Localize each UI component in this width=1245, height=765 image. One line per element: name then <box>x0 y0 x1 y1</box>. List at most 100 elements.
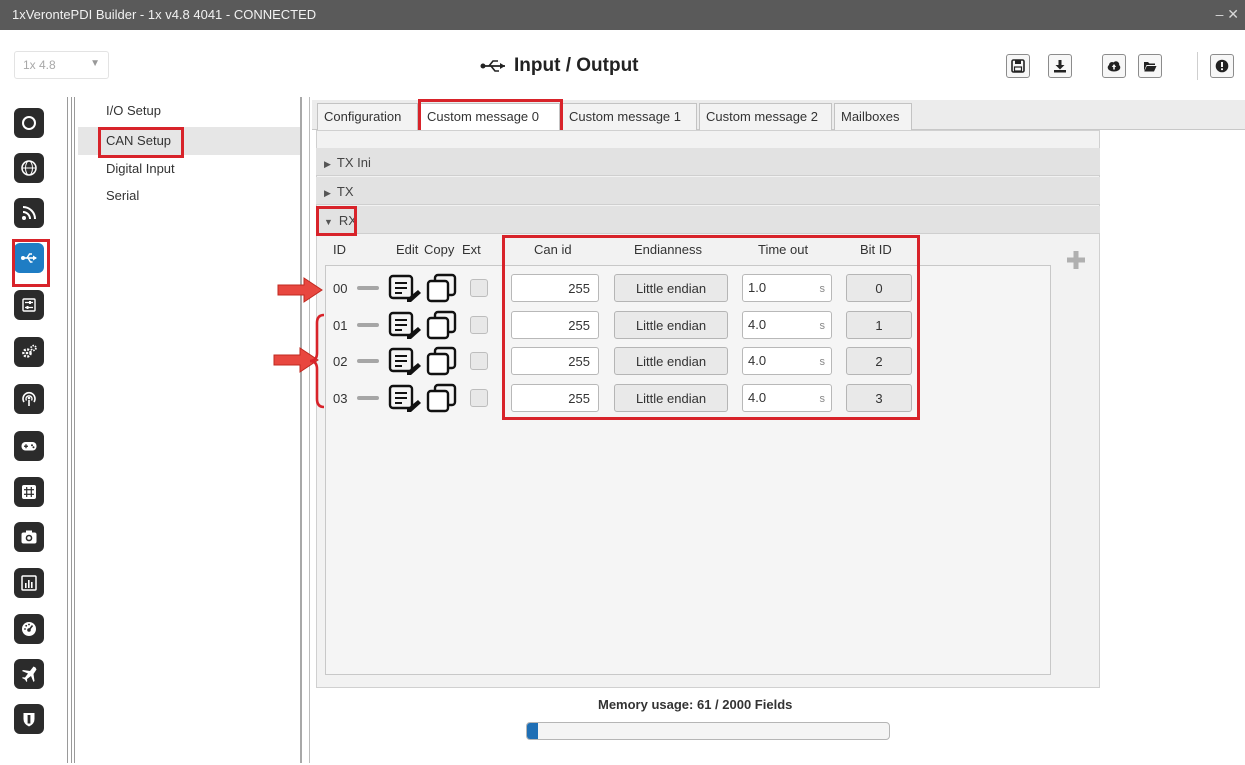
ext-checkbox[interactable] <box>470 389 488 407</box>
edit-icon[interactable] <box>388 273 422 303</box>
timeout-field[interactable]: 4.0 s <box>742 311 832 339</box>
endianness-button[interactable]: Little endian <box>614 311 728 339</box>
open-folder-button[interactable] <box>1138 54 1162 78</box>
plane-icon <box>22 666 37 682</box>
section-tx[interactable]: ▶ TX <box>316 177 1100 205</box>
menu-item-serial[interactable]: Serial <box>106 184 139 206</box>
bit-id-button[interactable]: 0 <box>846 274 912 302</box>
info-icon <box>1215 59 1229 73</box>
copy-icon[interactable] <box>425 273 459 303</box>
bit-id-button[interactable]: 2 <box>846 347 912 375</box>
col-ext: Ext <box>462 242 481 257</box>
sliders-icon <box>22 298 36 312</box>
timeout-field[interactable]: 4.0 s <box>742 384 832 412</box>
usb-icon <box>480 60 505 72</box>
can-id-field[interactable]: 255 <box>511 347 599 375</box>
can-id-field[interactable]: 255 <box>511 274 599 302</box>
camera-button[interactable] <box>14 522 44 552</box>
menu-item-io-setup[interactable]: I/O Setup <box>106 99 161 121</box>
save-button[interactable] <box>1006 54 1030 78</box>
chevron-down-icon: ▼ <box>90 58 100 69</box>
row-id: 02 <box>333 354 348 369</box>
remove-row-button[interactable] <box>357 359 379 363</box>
endianness-button[interactable]: Little endian <box>614 347 728 375</box>
timeout-field[interactable]: 1.0 s <box>742 274 832 302</box>
copy-icon[interactable] <box>425 383 459 413</box>
timeout-field[interactable]: 4.0 s <box>742 347 832 375</box>
remove-row-button[interactable] <box>357 396 379 400</box>
shield-button[interactable] <box>14 704 44 734</box>
expand-triangle-icon: ▶ <box>324 188 331 198</box>
version-select[interactable]: 1x 4.8 ▼ <box>14 51 109 79</box>
grid-button[interactable] <box>14 477 44 507</box>
app-header: 1x 4.8 ▼ Input / Output <box>0 38 1245 94</box>
remove-row-button[interactable] <box>357 323 379 327</box>
power-icon <box>22 116 36 130</box>
section-rx[interactable]: ▼ RX <box>316 206 1100 234</box>
col-bit-id: Bit ID <box>860 242 892 257</box>
menu-item-can-setup[interactable]: CAN Setup <box>106 129 171 151</box>
tab-mailboxes[interactable]: Mailboxes <box>834 103 912 130</box>
gears-icon <box>22 344 37 358</box>
tab-custom-message-1[interactable]: Custom message 1 <box>562 103 697 130</box>
rss-icon <box>22 206 36 220</box>
dashboard-icon <box>22 622 36 636</box>
can-id-field[interactable]: 255 <box>511 311 599 339</box>
input-output-button[interactable] <box>14 243 44 273</box>
chart-button[interactable] <box>14 568 44 598</box>
ext-checkbox[interactable] <box>470 279 488 297</box>
add-row-button[interactable] <box>1066 250 1086 270</box>
sliders-button[interactable] <box>14 290 44 320</box>
section-tx-ini[interactable]: ▶ TX Ini <box>316 148 1100 176</box>
remove-row-button[interactable] <box>357 286 379 290</box>
ext-checkbox[interactable] <box>470 316 488 334</box>
tab-custom-message-0[interactable]: Custom message 0 <box>420 103 560 130</box>
gears-button[interactable] <box>14 337 44 367</box>
section-label: TX <box>336 184 354 199</box>
sphere-button[interactable] <box>14 153 44 183</box>
usb-icon <box>21 253 37 263</box>
window-controls[interactable]: – ✕ <box>1216 6 1239 23</box>
power-button[interactable] <box>14 108 44 138</box>
endianness-button[interactable]: Little endian <box>614 274 728 302</box>
timeout-unit: s <box>819 393 826 405</box>
menu-item-digital-input[interactable]: Digital Input <box>106 157 175 179</box>
info-button[interactable] <box>1210 54 1234 78</box>
endianness-button[interactable]: Little endian <box>614 384 728 412</box>
dashboard-button[interactable] <box>14 614 44 644</box>
tab-custom-message-2[interactable]: Custom message 2 <box>699 103 832 130</box>
bit-id-button[interactable]: 3 <box>846 384 912 412</box>
grid-icon <box>22 485 36 499</box>
row-id: 01 <box>333 318 348 333</box>
camera-icon <box>21 530 37 544</box>
menu-scrollbar[interactable] <box>302 97 310 763</box>
memory-progress-fill <box>527 723 539 739</box>
download-icon <box>1054 60 1066 73</box>
download-button[interactable] <box>1048 54 1072 78</box>
tab-configuration[interactable]: Configuration <box>317 103 418 130</box>
podcast-button[interactable] <box>14 384 44 414</box>
copy-icon[interactable] <box>425 346 459 376</box>
ext-checkbox[interactable] <box>470 352 488 370</box>
gamepad-button[interactable] <box>14 431 44 461</box>
annotation-arrow-icon <box>277 277 323 303</box>
edit-icon[interactable] <box>388 383 422 413</box>
cloud-upload-button[interactable] <box>1102 54 1126 78</box>
col-edit: Edit <box>396 242 419 257</box>
icon-sidebar-scrollbar[interactable] <box>67 97 75 763</box>
rss-button[interactable] <box>14 198 44 228</box>
bit-id-button[interactable]: 1 <box>846 311 912 339</box>
toolbar-separator <box>1197 52 1198 80</box>
col-id: ID <box>333 242 346 257</box>
annotation-brace-icon <box>309 313 325 409</box>
window-title: 1xVerontePDI Builder - 1x v4.8 4041 - CO… <box>12 7 317 22</box>
plane-button[interactable] <box>14 659 44 689</box>
timeout-value: 4.0 <box>748 317 767 332</box>
edit-icon[interactable] <box>388 310 422 340</box>
timeout-unit: s <box>819 283 826 295</box>
timeout-value: 4.0 <box>748 390 767 405</box>
edit-icon[interactable] <box>388 346 422 376</box>
memory-progress-bar <box>526 722 890 740</box>
can-id-field[interactable]: 255 <box>511 384 599 412</box>
copy-icon[interactable] <box>425 310 459 340</box>
